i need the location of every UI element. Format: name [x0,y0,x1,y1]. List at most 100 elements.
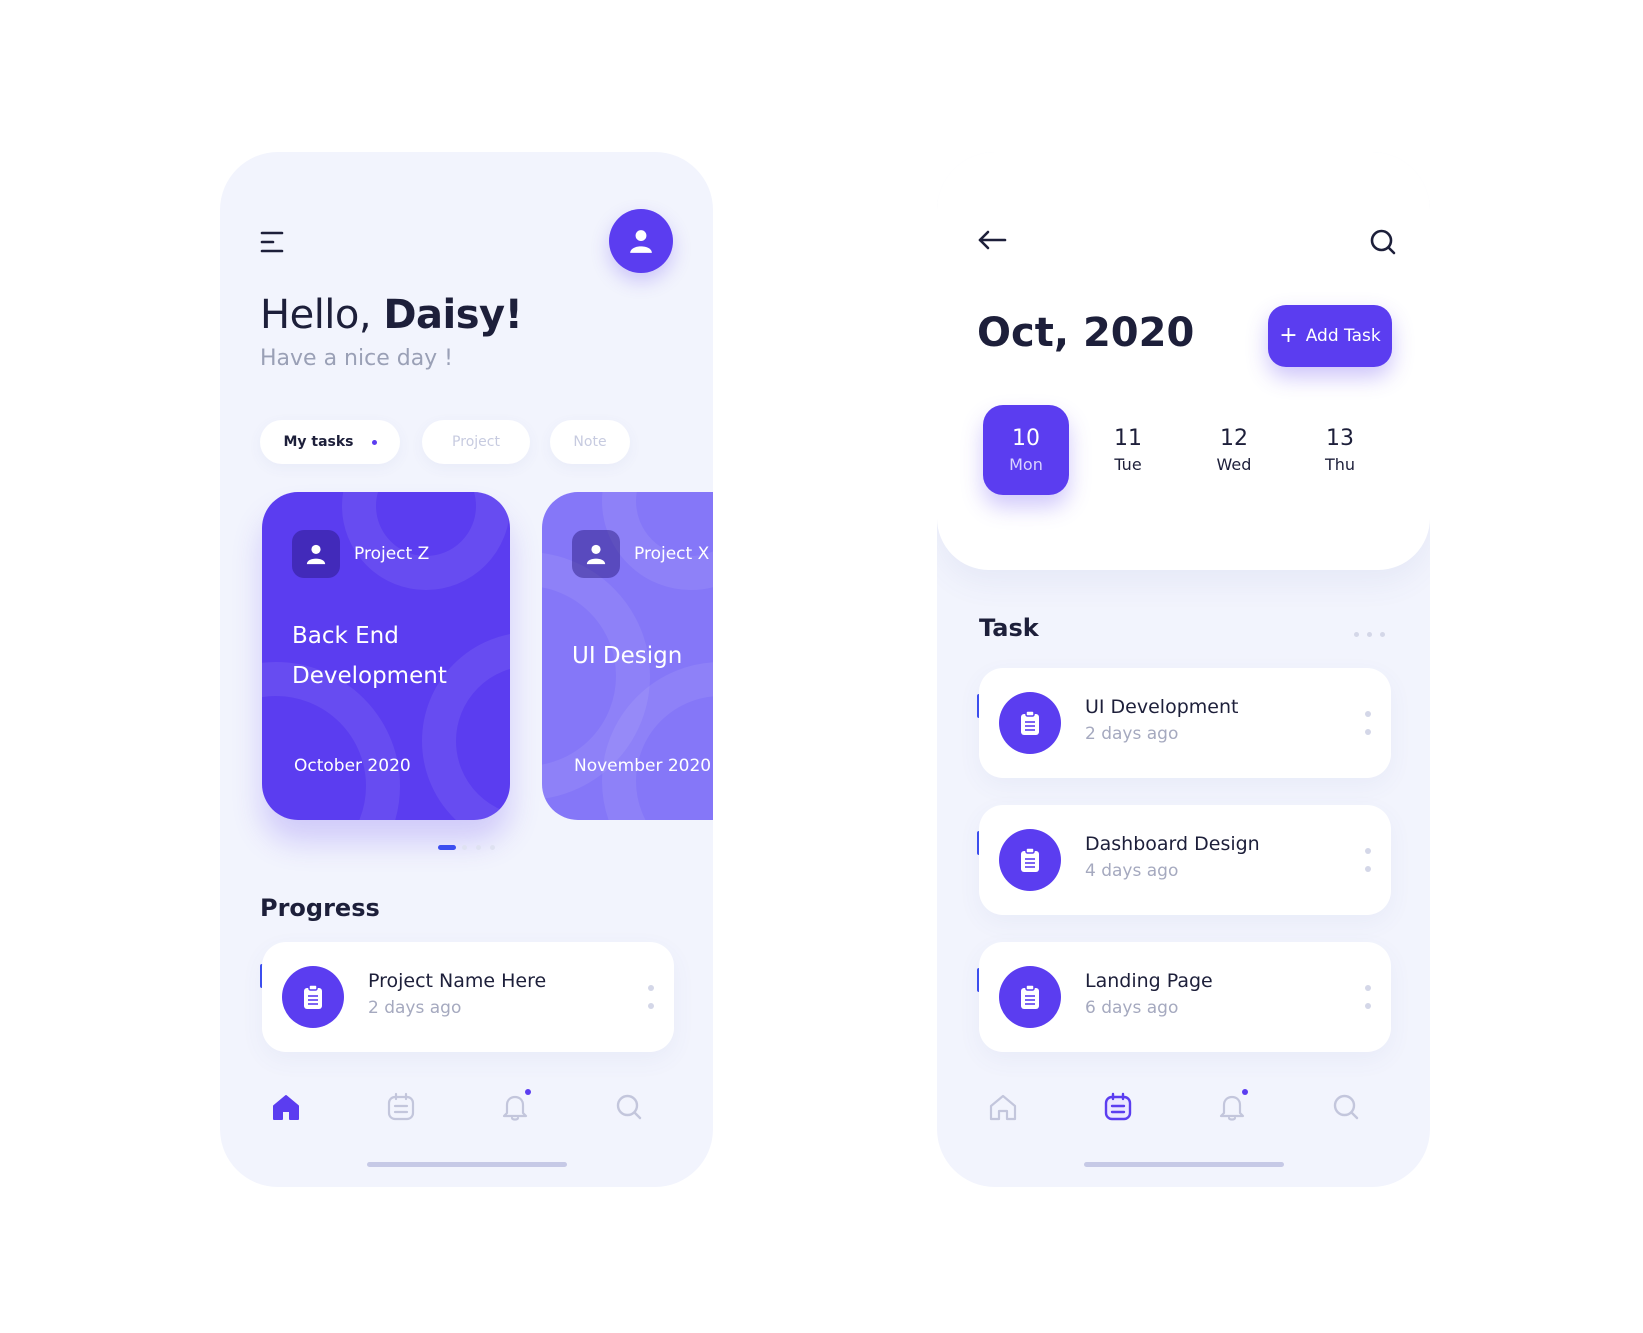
tasks-screen: Oct, 2020 + Add Task 10 Mon 11 Tue 12 We… [937,152,1430,1187]
tab-search[interactable] [609,1087,649,1127]
progress-title: Progress [260,894,380,922]
tab-calendar[interactable] [381,1087,421,1127]
bell-icon [502,1095,528,1121]
day-selector-item[interactable]: 10 Mon [983,405,1069,495]
tab-project[interactable]: Project [422,420,530,464]
user-icon [586,544,606,565]
more-options-icon[interactable] [1365,985,1371,1009]
more-options-icon[interactable] [1365,848,1371,872]
project-title: UI Design [572,643,683,669]
home-icon [273,1095,299,1120]
project-avatar [292,530,340,578]
tab-my-tasks[interactable]: My tasks [260,420,400,464]
task-item[interactable]: Dashboard Design 4 days ago [979,805,1391,915]
task-name: UI Development [1085,696,1239,718]
clipboard-icon [304,984,322,1009]
notification-dot [525,1089,531,1095]
task-time: 2 days ago [1085,724,1179,744]
tab-notifications[interactable] [495,1087,535,1127]
calendar-icon [387,1092,415,1121]
day-number: 10 [1012,426,1040,451]
pager-dot [476,845,481,850]
bottom-tab-bar [937,1087,1430,1127]
home-indicator [367,1162,567,1167]
bell-icon [1219,1095,1245,1121]
arrow-left-icon[interactable] [977,230,1007,250]
carousel-pager[interactable] [220,845,713,851]
greeting-name: Daisy! [383,292,523,338]
progress-item-name: Project Name Here [368,970,547,992]
day-name: Tue [1114,455,1142,474]
day-name: Wed [1216,455,1252,474]
task-name: Landing Page [1085,970,1213,992]
month-title: Oct, 2020 [977,310,1195,356]
home-screen: Hello, Daisy! Have a nice day ! My tasks… [220,152,713,1187]
task-icon-badge [282,966,344,1028]
project-avatar [572,530,620,578]
day-name: Mon [1009,455,1043,474]
card-decoration [342,492,510,590]
bottom-tab-bar [220,1087,713,1127]
project-title: Back End Development [292,623,447,689]
day-selector-item[interactable]: 13 Thu [1297,405,1383,495]
more-options-icon[interactable] [648,985,654,1009]
day-number: 13 [1326,426,1354,451]
project-label: Project Z [354,544,430,564]
more-options-icon[interactable] [1365,711,1371,735]
task-icon-badge [999,829,1061,891]
search-icon[interactable] [1369,228,1397,256]
more-horizontal-icon[interactable] [1354,632,1385,637]
greeting-heading: Hello, Daisy! [260,292,523,338]
clipboard-icon [1021,710,1039,735]
calendar-header-panel: Oct, 2020 + Add Task 10 Mon 11 Tue 12 We… [937,152,1430,570]
add-task-button[interactable]: + Add Task [1268,305,1392,367]
project-card[interactable]: Project X UI Design November 2020 [542,492,713,820]
project-label: Project X [634,544,710,564]
task-icon-badge [999,966,1061,1028]
tab-my-tasks-label: My tasks [283,434,354,450]
day-selector-item[interactable]: 11 Tue [1085,405,1171,495]
pager-dot-active [438,845,456,850]
day-name: Thu [1324,455,1356,474]
project-date: October 2020 [294,756,411,776]
progress-item[interactable]: Project Name Here 2 days ago [262,942,674,1052]
tab-search[interactable] [1326,1087,1366,1127]
user-icon [630,230,652,253]
plus-icon: + [1279,323,1298,348]
greeting-prefix: Hello, [260,292,384,338]
home-icon [989,1094,1017,1121]
tab-home[interactable] [983,1087,1023,1127]
add-task-label: Add Task [1305,326,1381,346]
menu-icon[interactable] [260,230,286,254]
pager-dot [490,845,495,850]
task-icon-badge [999,692,1061,754]
search-icon [1333,1094,1359,1120]
tab-notifications[interactable] [1212,1087,1252,1127]
greeting-subtitle: Have a nice day ! [260,346,454,371]
tab-project-label: Project [452,434,500,450]
tab-note[interactable]: Note [550,420,630,464]
profile-avatar-button[interactable] [609,209,673,273]
task-time: 6 days ago [1085,998,1179,1018]
project-date: November 2020 [574,756,712,776]
search-icon [616,1094,642,1120]
task-time: 4 days ago [1085,861,1179,881]
progress-item-time: 2 days ago [368,998,462,1018]
user-icon [306,544,326,565]
clipboard-icon [1021,984,1039,1009]
home-indicator [1084,1162,1284,1167]
tab-calendar[interactable] [1098,1087,1138,1127]
task-item[interactable]: UI Development 2 days ago [979,668,1391,778]
active-tab-dot [371,439,377,445]
task-section-title: Task [979,614,1039,642]
project-card[interactable]: Project Z Back End Development October 2… [262,492,510,820]
task-name: Dashboard Design [1085,833,1260,855]
task-item[interactable]: Landing Page 6 days ago [979,942,1391,1052]
clipboard-icon [1021,847,1039,872]
day-number: 11 [1114,426,1142,451]
calendar-icon [1104,1092,1132,1121]
day-number: 12 [1220,426,1248,451]
notification-dot [1242,1089,1248,1095]
tab-home[interactable] [266,1087,306,1127]
day-selector-item[interactable]: 12 Wed [1191,405,1277,495]
